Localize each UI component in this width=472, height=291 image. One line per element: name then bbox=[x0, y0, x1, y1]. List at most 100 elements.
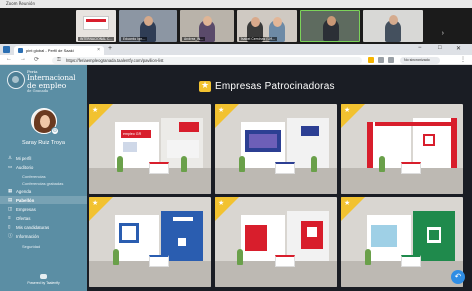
close-window-button[interactable]: ✕ bbox=[456, 45, 461, 52]
participant-head bbox=[203, 16, 212, 26]
sidebar-subitem-seguridad[interactable]: Seguridad bbox=[0, 242, 87, 250]
taalentfy-icon bbox=[40, 274, 47, 279]
sidebar-item-informacion[interactable]: ⓘ Información bbox=[0, 232, 87, 240]
sidebar-item-mi-perfil[interactable]: ♙ Mi perfil bbox=[0, 154, 87, 162]
reload-icon[interactable]: ⟳ bbox=[34, 56, 39, 63]
sponsor-booth-5[interactable]: ★ bbox=[215, 197, 337, 287]
menu-icon[interactable]: ⋮ bbox=[460, 56, 466, 63]
booth-sign: empleo GR bbox=[123, 132, 142, 136]
maximize-button[interactable]: □ bbox=[438, 45, 442, 51]
screen: Zoom Reunión INTERNACIONAL C… Eduardo Ig… bbox=[0, 0, 472, 291]
company-logo bbox=[175, 235, 189, 249]
back-button[interactable]: ↶ bbox=[451, 270, 465, 284]
booth-screen bbox=[123, 142, 137, 152]
sidebar-item-label: Información bbox=[16, 233, 39, 239]
sponsor-booth-4[interactable]: ★ bbox=[89, 197, 211, 287]
sidebar-item-empresas[interactable]: ◫ Empresas bbox=[0, 205, 87, 213]
browser-tab[interactable]: pint global - Perfil de Saaki × bbox=[14, 46, 104, 55]
logo-thumb-bar bbox=[86, 19, 106, 22]
sponsor-booth-2[interactable]: ★ bbox=[215, 104, 337, 194]
booth-screen bbox=[371, 225, 397, 247]
sidebar-item-ofertas[interactable]: ≡ Ofertas bbox=[0, 214, 87, 222]
video-icon: ▭ bbox=[8, 164, 13, 169]
booth-counter bbox=[149, 255, 169, 267]
plant-icon bbox=[113, 249, 119, 265]
zoom-participant-strip: INTERNACIONAL C… Eduardo Ign… Andrea_IN…… bbox=[0, 8, 472, 44]
sidebar-item-label: Empresas bbox=[16, 206, 36, 212]
participant-head bbox=[251, 17, 260, 27]
web-page: Feria Internacional de empleo de Granada… bbox=[0, 65, 472, 291]
participant-tile-active[interactable] bbox=[300, 10, 360, 42]
address-bar-row: ← → ⟳ ⚿ https://feriaempleogranada.taale… bbox=[0, 55, 472, 65]
participant-tile[interactable]: INTERNACIONAL C… bbox=[76, 10, 116, 42]
briefcase-icon: ◫ bbox=[8, 206, 13, 211]
booth-pillar bbox=[367, 122, 373, 170]
building-icon: ▤ bbox=[8, 197, 13, 202]
sidebar-subitem-conferencias-grabadas[interactable]: Conferencias grabadas bbox=[0, 179, 87, 187]
booth-top-bar bbox=[375, 122, 455, 126]
forward-icon[interactable]: → bbox=[20, 56, 26, 62]
participant-head bbox=[327, 16, 336, 26]
lock-icon: ⚿ bbox=[57, 56, 61, 63]
sidebar-item-agenda[interactable]: ▦ Agenda bbox=[0, 187, 87, 195]
company-logo bbox=[301, 126, 319, 136]
plant-icon bbox=[237, 249, 243, 265]
company-logo bbox=[423, 134, 435, 146]
plant-icon bbox=[117, 156, 123, 172]
star-badge-icon bbox=[199, 80, 211, 92]
participant-tile[interactable]: Eduardo Ign… bbox=[119, 10, 177, 42]
sidebar-item-pabellon[interactable]: ▤ Pabellón bbox=[0, 196, 87, 204]
url-input[interactable]: ⚿ https://feriaempleogranada.taalentfy.c… bbox=[52, 56, 362, 64]
booth-counter bbox=[275, 255, 295, 267]
sponsor-booth-6[interactable]: ★ bbox=[341, 197, 463, 287]
favicon-icon bbox=[18, 48, 23, 53]
participant-head bbox=[144, 16, 153, 26]
sponsor-booth-1[interactable]: empleo GR ★ bbox=[89, 104, 211, 194]
sidebar-item-auditorio[interactable]: ▭ Auditorio bbox=[0, 163, 87, 171]
calendar-icon: ▦ bbox=[8, 188, 13, 193]
close-icon[interactable]: × bbox=[97, 47, 100, 53]
seal-icon bbox=[7, 71, 25, 89]
participant-tile[interactable]: Andrea_IN… bbox=[180, 10, 234, 42]
sidebar-item-label: Conferencias grabadas bbox=[22, 180, 64, 186]
sidebar-item-mis-candidaturas[interactable]: ▯ Mis candidaturas bbox=[0, 223, 87, 231]
powered-by[interactable]: Powered by Taalentfy bbox=[0, 281, 87, 285]
folder-icon: ▯ bbox=[8, 224, 11, 229]
back-icon[interactable]: ← bbox=[6, 56, 12, 62]
minimize-button[interactable]: − bbox=[418, 45, 422, 51]
profile-button[interactable]: No sincronizado bbox=[400, 56, 440, 64]
star-icon: ★ bbox=[344, 107, 351, 114]
sidebar-item-label: Mis candidaturas bbox=[16, 224, 50, 230]
participant-tile[interactable]: Isabel Ceminas (LM… bbox=[237, 10, 297, 42]
booth-screen-image bbox=[249, 134, 277, 148]
logo-line-4: de Granada bbox=[27, 89, 49, 93]
star-icon: ★ bbox=[218, 107, 225, 114]
camera-icon[interactable]: ⊙ bbox=[51, 127, 59, 135]
extension-icon[interactable] bbox=[368, 57, 374, 63]
booth-counter bbox=[401, 162, 421, 174]
zoom-titlebar: Zoom Reunión bbox=[0, 0, 472, 8]
chevron-right-icon[interactable]: › bbox=[442, 30, 444, 37]
sidebar-item-label: Mi perfil bbox=[16, 155, 32, 161]
booth-counter bbox=[401, 255, 421, 267]
sidebar-item-label: Conferencias bbox=[22, 173, 46, 179]
fair-logo[interactable]: Feria Internacional de empleo de Granada bbox=[7, 68, 81, 94]
participant-tile[interactable] bbox=[363, 10, 423, 42]
list-icon: ≡ bbox=[8, 215, 11, 220]
page-title: Empresas Patrocinadoras bbox=[215, 81, 335, 92]
company-logo-mark bbox=[429, 230, 439, 240]
star-icon: ★ bbox=[92, 200, 99, 207]
new-tab-button[interactable]: + bbox=[108, 45, 112, 52]
participant-name: Eduardo Ign… bbox=[121, 37, 148, 41]
plant-icon bbox=[239, 156, 245, 172]
booth-counter bbox=[275, 162, 295, 174]
bookmark-icon[interactable] bbox=[388, 57, 394, 63]
participant-head bbox=[273, 17, 282, 27]
star-icon: ★ bbox=[218, 200, 225, 207]
sponsor-booth-3[interactable]: ★ bbox=[341, 104, 463, 194]
booth-sign bbox=[173, 217, 193, 221]
plant-icon bbox=[311, 156, 317, 172]
extension-icon[interactable] bbox=[378, 57, 384, 63]
sidebar-item-label: Agenda bbox=[16, 188, 32, 194]
sidebar-item-label: Auditorio bbox=[16, 164, 34, 170]
